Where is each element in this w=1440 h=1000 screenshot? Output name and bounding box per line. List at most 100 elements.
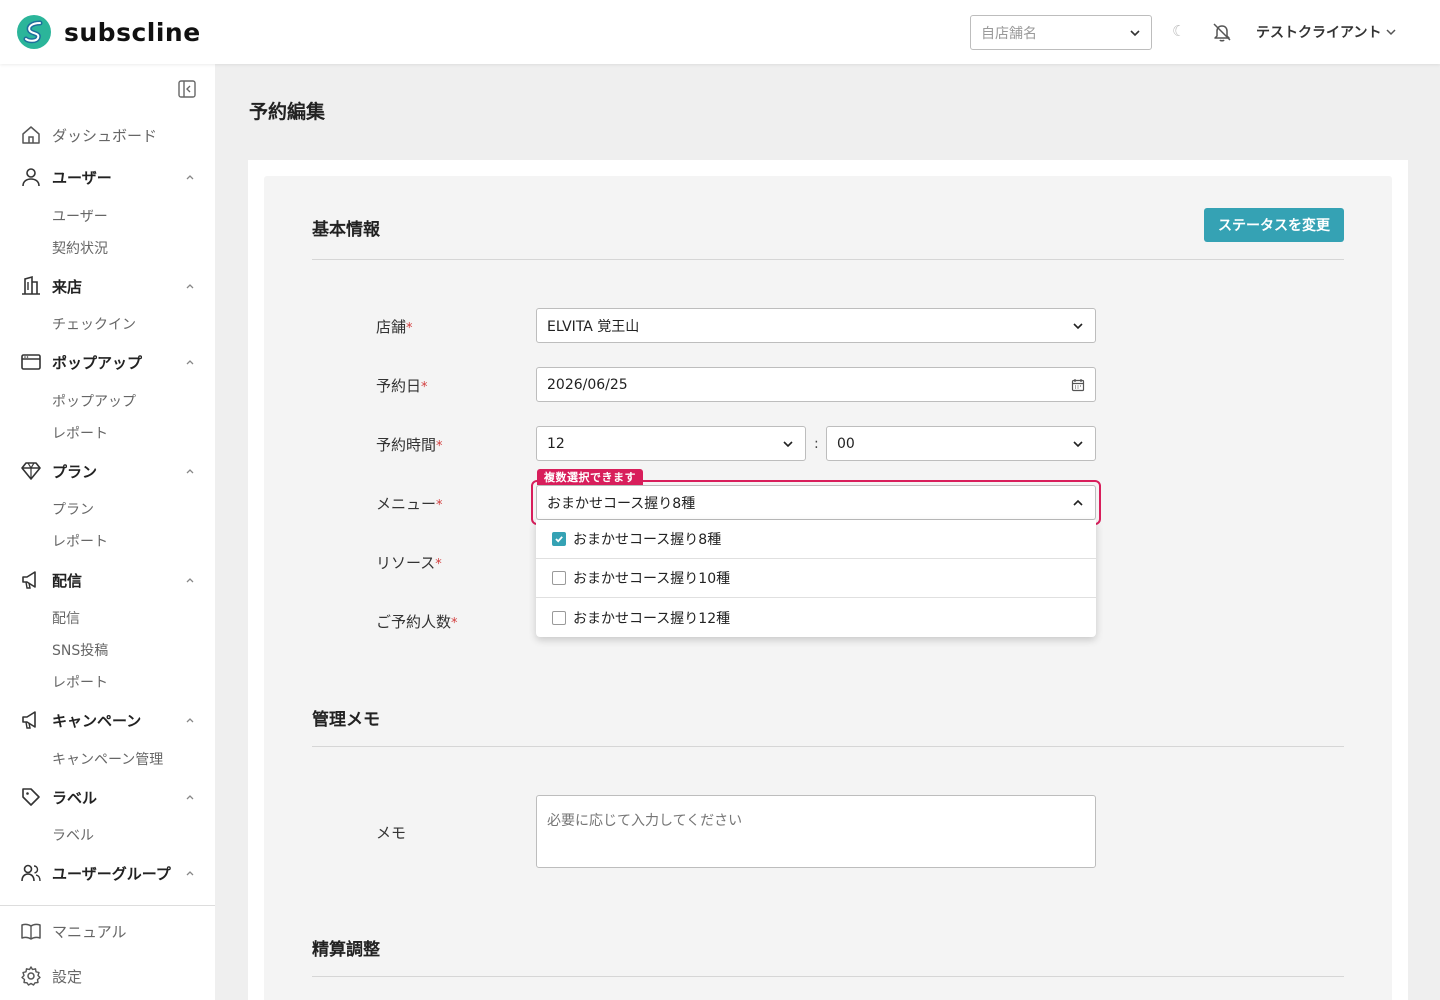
checkbox[interactable]: [552, 571, 566, 585]
logo[interactable]: subscline: [16, 14, 201, 50]
required-mark: *: [406, 321, 413, 336]
chevron-down-icon: [1073, 440, 1083, 447]
sidebar-subitem-label[interactable]: ラベル: [52, 825, 94, 845]
sidebar-item-label: 設定: [52, 967, 83, 986]
store-select-field[interactable]: ELVITA 覚王山: [536, 308, 1096, 343]
sidebar-subitem-sns[interactable]: SNS投稿: [52, 640, 108, 660]
people-label-text: ご予約人数: [376, 613, 452, 631]
menu-option-label: おまかせコース握り8種: [573, 532, 722, 548]
time-label-text: 予約時間: [376, 436, 437, 454]
sidebar-subitem-delivery[interactable]: 配信: [52, 608, 80, 628]
sidebar-item-visit[interactable]: 来店: [20, 274, 195, 298]
menu-label-text: メニュー: [376, 495, 437, 513]
sidebar-item-label: マニュアル: [52, 922, 127, 941]
sidebar-item-label: 来店: [52, 277, 83, 296]
date-input[interactable]: 2026/06/25: [536, 367, 1096, 402]
hour-select[interactable]: 12: [536, 426, 806, 461]
checkbox-checked[interactable]: [552, 532, 566, 546]
diamond-icon: [21, 462, 41, 480]
sidebar-subitem-plan[interactable]: プラン: [52, 499, 94, 519]
multi-select-badge: 複数選択できます: [537, 469, 643, 485]
sidebar-item-label: 配信: [52, 571, 83, 590]
menu-option[interactable]: おまかせコース握り10種: [536, 559, 1096, 598]
minute-value: 00: [837, 435, 855, 452]
menu-option[interactable]: おまかせコース握り12種: [536, 598, 1096, 637]
store-label: 店舗*: [376, 316, 413, 337]
sidebar-item-manual[interactable]: マニュアル: [20, 919, 195, 943]
sidebar-item-dashboard[interactable]: ダッシュボード: [20, 123, 195, 147]
sidebar-subitem-contract[interactable]: 契約状況: [52, 238, 108, 258]
checkmark-icon: [555, 536, 563, 543]
sidebar-subitem-user[interactable]: ユーザー: [52, 206, 108, 226]
sidebar-item-label: プラン: [52, 462, 98, 481]
chevron-down-icon: [1130, 29, 1140, 36]
section-title-basic: 基本情報: [312, 220, 380, 240]
client-name: テストクライアント: [1256, 25, 1382, 41]
sidebar-item-settings[interactable]: 設定: [20, 964, 195, 988]
bell-off-icon[interactable]: [1211, 21, 1233, 43]
memo-label: メモ: [376, 824, 407, 842]
sidebar-item-delivery[interactable]: 配信: [20, 568, 195, 592]
store-label-text: 店舗: [376, 318, 407, 336]
sidebar-subitem-checkin[interactable]: チェックイン: [52, 314, 136, 334]
sidebar-item-label: ポップアップ: [52, 353, 143, 372]
sidebar-item-label: キャンペーン: [52, 711, 142, 730]
memo-textarea[interactable]: [536, 795, 1096, 868]
time-label: 予約時間*: [376, 434, 443, 455]
minute-select[interactable]: 00: [826, 426, 1096, 461]
chevron-up-icon: [186, 795, 194, 800]
required-mark: *: [435, 557, 442, 572]
menu-option[interactable]: おまかせコース握り8種: [536, 520, 1096, 559]
store-select-placeholder: 自店舗名: [981, 25, 1037, 42]
sidebar-item-label-menu[interactable]: ラベル: [20, 785, 195, 809]
moon-icon[interactable]: ☾: [1172, 22, 1185, 40]
chevron-down-icon: [1386, 29, 1396, 36]
chevron-up-icon: [186, 718, 194, 723]
sidebar-item-label: ユーザーグループ: [52, 864, 171, 883]
gear-icon: [21, 966, 41, 986]
date-label: 予約日*: [376, 375, 428, 396]
window-icon: [21, 354, 41, 370]
sidebar-item-label: ラベル: [52, 788, 98, 807]
chevron-up-icon: [186, 284, 194, 289]
menu-label: メニュー*: [376, 493, 443, 514]
resource-label-text: リソース: [376, 554, 436, 572]
menu-option-label: おまかせコース握り10種: [573, 571, 731, 587]
sidebar-subitem-campaign-manage[interactable]: キャンペーン管理: [52, 749, 163, 769]
section-divider: [312, 259, 1344, 260]
calendar-icon[interactable]: [1071, 378, 1085, 392]
menu-option-label: おまかせコース握り12種: [573, 610, 731, 627]
store-select[interactable]: 自店舗名: [970, 15, 1152, 50]
sidebar-subitem-popup[interactable]: ポップアップ: [52, 391, 136, 411]
required-mark: *: [436, 439, 443, 454]
checkbox[interactable]: [552, 610, 566, 625]
change-status-button[interactable]: ステータスを変更: [1204, 208, 1344, 242]
logo-text: subscline: [64, 17, 201, 47]
sidebar-item-user[interactable]: ユーザー: [20, 165, 195, 189]
sidebar-collapse-icon[interactable]: [177, 79, 197, 99]
required-mark: *: [421, 380, 428, 395]
sidebar-item-campaign[interactable]: キャンペーン: [20, 708, 195, 732]
sidebar-subitem-delivery-report[interactable]: レポート: [52, 672, 108, 692]
sidebar-item-plan[interactable]: プラン: [20, 459, 195, 483]
section-title-settlement: 精算調整: [312, 940, 380, 960]
client-menu[interactable]: テストクライアント: [1256, 22, 1397, 42]
required-mark: *: [436, 498, 443, 513]
chevron-up-icon: [186, 871, 194, 876]
user-icon: [22, 168, 40, 187]
sidebar-subitem-popup-report[interactable]: レポート: [52, 423, 108, 443]
sidebar-item-usergroup[interactable]: ユーザーグループ: [20, 861, 195, 885]
home-icon: [22, 126, 40, 144]
sidebar-subitem-plan-report[interactable]: レポート: [52, 531, 108, 551]
book-icon: [21, 923, 41, 940]
page-title: 予約編集: [249, 101, 326, 123]
sidebar-item-popup[interactable]: ポップアップ: [20, 350, 195, 374]
chevron-up-icon: [186, 578, 194, 583]
people-label: ご予約人数*: [376, 611, 458, 632]
top-header: subscline 自店舗名 ☾ テストクライアント: [0, 0, 1440, 64]
menu-multiselect[interactable]: おまかせコース握り8種: [536, 485, 1096, 520]
megaphone-icon: [22, 571, 36, 589]
time-separator: :: [814, 436, 819, 452]
required-mark: *: [451, 616, 458, 631]
section-title-memo: 管理メモ: [312, 710, 380, 730]
